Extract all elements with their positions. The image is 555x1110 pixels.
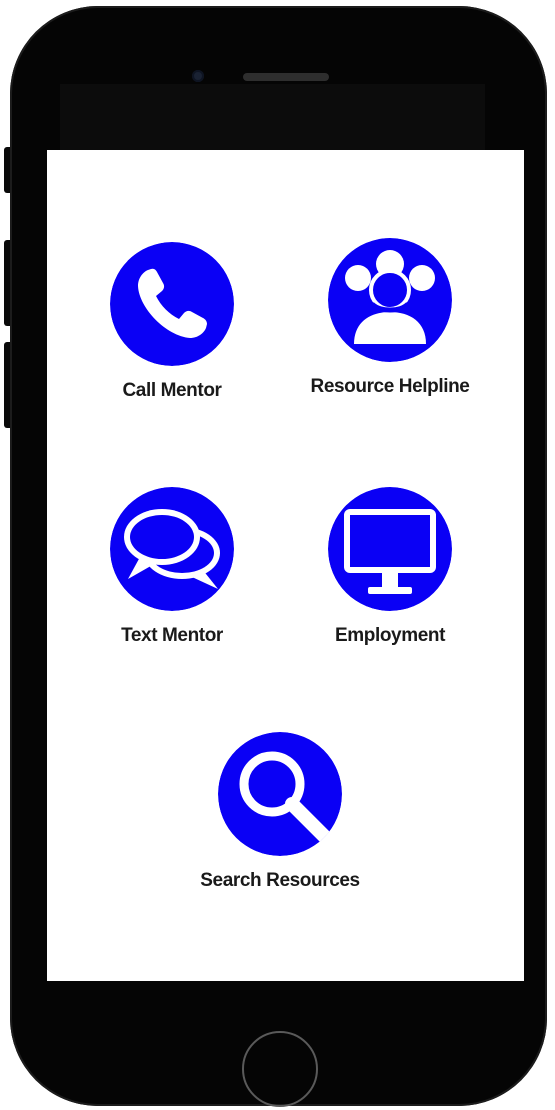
text-mentor-label: Text Mentor <box>121 625 223 646</box>
chat-bubbles-icon <box>110 487 234 611</box>
text-mentor-button[interactable]: Text Mentor <box>90 487 254 647</box>
earpiece-speaker <box>243 73 329 81</box>
device-mockup: Call Mentor Resource Helpline Text Mento… <box>0 0 555 1110</box>
call-mentor-label: Call Mentor <box>122 380 222 401</box>
people-group-icon <box>328 238 452 362</box>
front-camera-icon <box>192 70 204 82</box>
resource-helpline-label: Resource Helpline <box>310 376 470 397</box>
home-button[interactable] <box>242 1031 318 1107</box>
search-resources-label: Search Resources <box>200 870 360 891</box>
top-bezel <box>60 84 485 150</box>
resource-helpline-button[interactable]: Resource Helpline <box>290 238 490 398</box>
magnifier-icon <box>218 732 342 856</box>
employment-button[interactable]: Employment <box>309 487 471 647</box>
monitor-icon <box>328 487 452 611</box>
phone-icon <box>110 242 234 366</box>
search-resources-button[interactable]: Search Resources <box>180 732 380 892</box>
call-mentor-button[interactable]: Call Mentor <box>90 242 254 402</box>
employment-label: Employment <box>334 625 446 646</box>
